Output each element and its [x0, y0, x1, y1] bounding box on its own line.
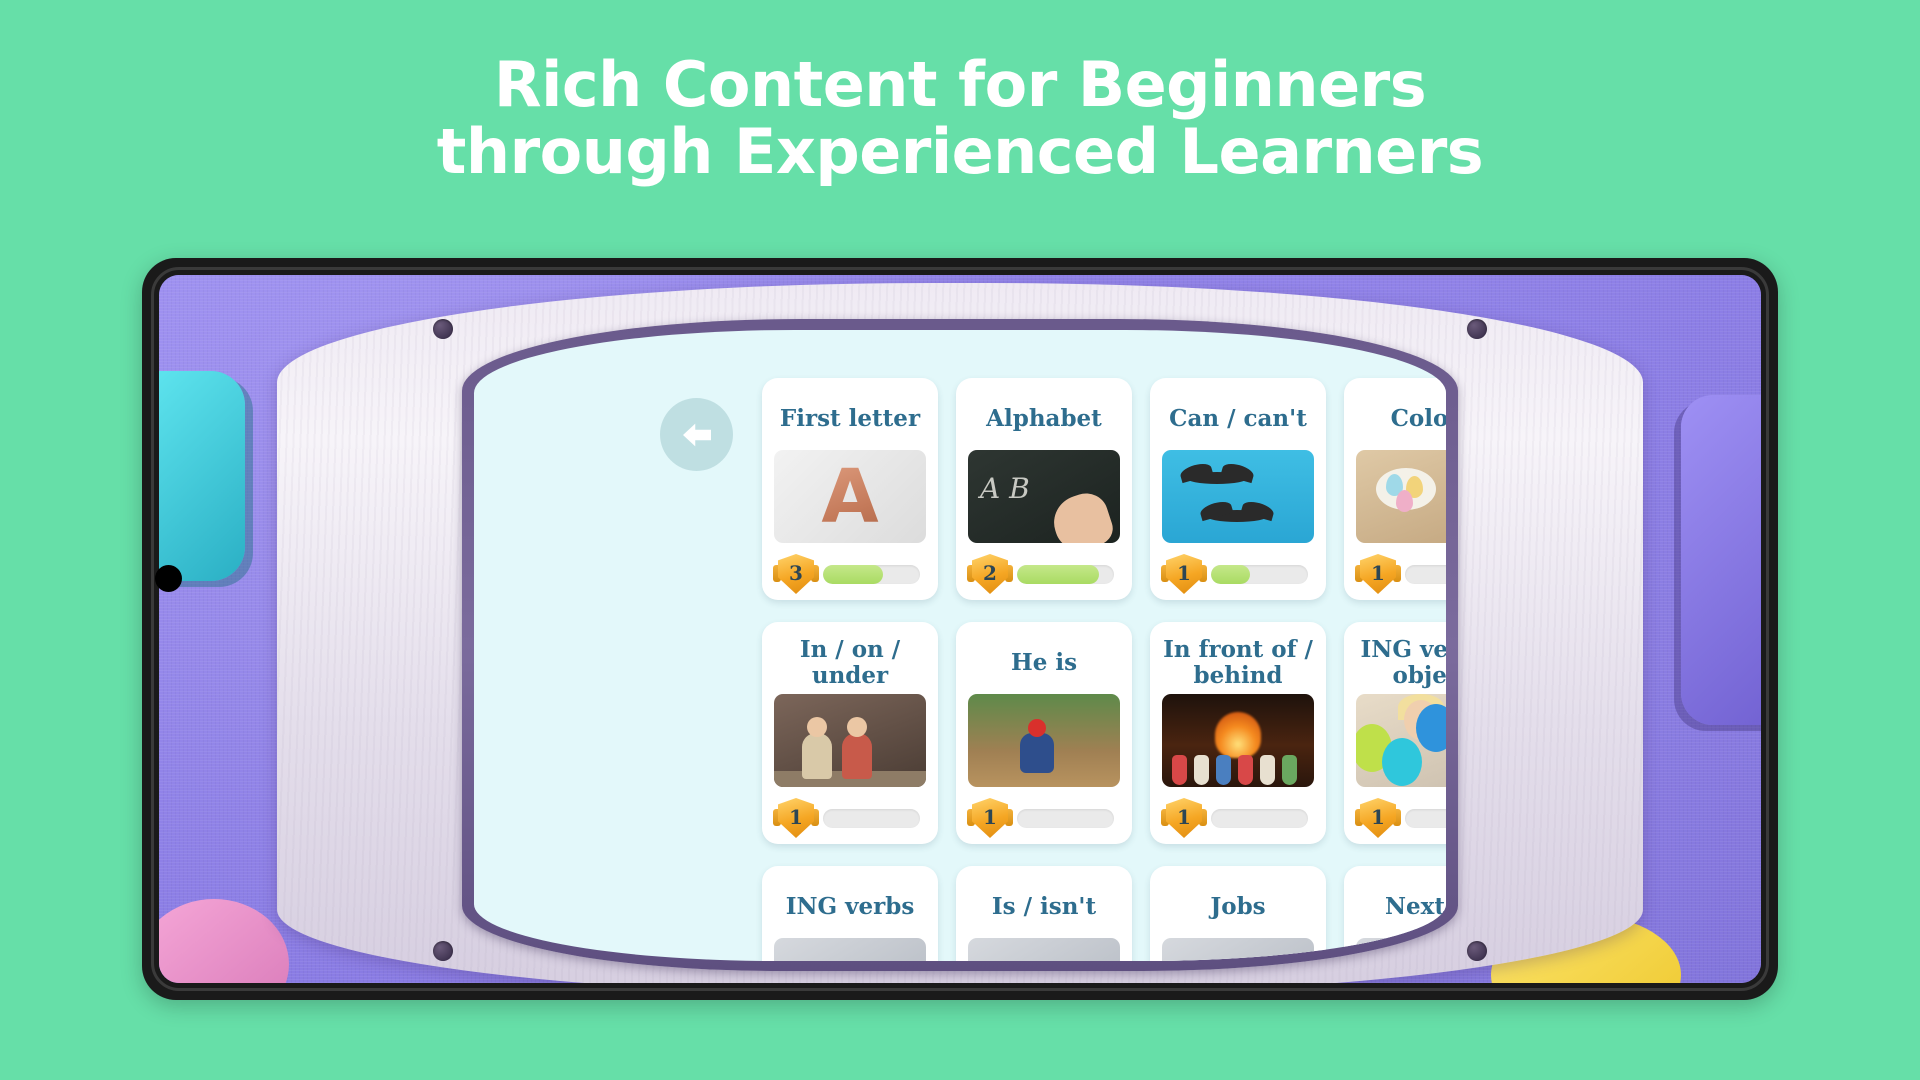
card-title: Jobs — [1210, 893, 1266, 921]
level-badge-number: 1 — [1371, 560, 1385, 585]
level-badge: 1 — [1355, 798, 1401, 838]
card-title: He is — [1010, 649, 1078, 677]
progress-bar — [1017, 808, 1114, 828]
card-title: Alphabet — [986, 405, 1102, 433]
card-progress-row: 2 — [967, 554, 1120, 594]
card-title: ING verb + object — [1360, 636, 1446, 689]
progress-bar — [823, 564, 920, 584]
card-progress-row: 1 — [1161, 798, 1314, 838]
page-title-line-2: through Experienced Learners — [436, 114, 1484, 188]
card-thumbnail — [1162, 694, 1314, 787]
card-thumbnail — [1162, 450, 1314, 543]
level-badge-number: 1 — [1371, 804, 1385, 829]
decor-right-shape — [1681, 395, 1761, 725]
page-title: Rich Content for Beginners through Exper… — [0, 48, 1920, 188]
lesson-board: First letter3Alphabet2Can / can't1Colors… — [474, 330, 1446, 961]
progress-bar — [1017, 564, 1114, 584]
level-badge: 1 — [1355, 554, 1401, 594]
card-progress-row: 1 — [773, 798, 926, 838]
level-badge-number: 1 — [789, 804, 803, 829]
level-badge-number: 1 — [1177, 560, 1191, 585]
tablet-device: First letter3Alphabet2Can / can't1Colors… — [142, 258, 1778, 1000]
card-thumbnail — [968, 694, 1120, 787]
card-title: Can / can't — [1169, 405, 1307, 433]
board-metal-frame: First letter3Alphabet2Can / can't1Colors… — [277, 283, 1643, 983]
level-badge: 1 — [1161, 554, 1207, 594]
lesson-card[interactable]: First letter 3 — [762, 378, 938, 600]
card-thumbnail — [1356, 938, 1446, 961]
card-progress-row: 3 — [773, 554, 926, 594]
card-progress-row: 1 — [967, 798, 1120, 838]
card-thumbnail — [1162, 938, 1314, 961]
card-thumbnail — [774, 938, 926, 961]
progress-bar — [1211, 808, 1308, 828]
card-progress-row: 1 — [1161, 554, 1314, 594]
level-badge: 1 — [967, 798, 1013, 838]
screw-icon — [433, 941, 453, 961]
level-badge: 3 — [773, 554, 819, 594]
screw-icon — [1467, 941, 1487, 961]
card-thumbnail — [1356, 694, 1446, 787]
progress-bar — [1405, 808, 1446, 828]
promo-screenshot: Rich Content for Beginners through Exper… — [0, 0, 1920, 1080]
level-badge-number: 2 — [983, 560, 997, 585]
lesson-card[interactable]: ING verbs — [762, 866, 938, 961]
card-progress-row: 1 — [1355, 798, 1446, 838]
lesson-card[interactable]: Jobs — [1150, 866, 1326, 961]
card-title: In / on / under — [799, 636, 901, 689]
card-title: Colors — [1390, 405, 1446, 433]
lesson-card[interactable]: In / on / under 1 — [762, 622, 938, 844]
progress-bar — [823, 808, 920, 828]
card-thumbnail — [968, 450, 1120, 543]
lesson-content: First letter3Alphabet2Can / can't1Colors… — [474, 330, 1446, 961]
level-badge-number: 3 — [789, 560, 803, 585]
level-badge-number: 1 — [1177, 804, 1191, 829]
level-badge: 2 — [967, 554, 1013, 594]
card-title: First letter — [779, 405, 921, 433]
lesson-card[interactable]: Colors 1 — [1344, 378, 1446, 600]
card-thumbnail — [1356, 450, 1446, 543]
card-progress-row: 1 — [1355, 554, 1446, 594]
lesson-card[interactable]: Is / isn't — [956, 866, 1132, 961]
lesson-card[interactable]: Next to — [1344, 866, 1446, 961]
board-purple-border: First letter3Alphabet2Can / can't1Colors… — [462, 319, 1458, 971]
lesson-card[interactable]: Can / can't 1 — [1150, 378, 1326, 600]
card-title: Next to — [1385, 893, 1446, 921]
level-badge: 1 — [773, 798, 819, 838]
back-arrow-icon — [682, 423, 711, 446]
level-badge-number: 1 — [983, 804, 997, 829]
progress-bar — [1405, 564, 1446, 584]
page-title-line-1: Rich Content for Beginners — [493, 48, 1427, 121]
decor-cyan-shape — [159, 371, 245, 581]
progress-bar — [1211, 564, 1308, 584]
screw-icon — [1467, 319, 1487, 339]
lesson-card[interactable]: ING verb + object 1 — [1344, 622, 1446, 844]
lesson-card[interactable]: In front of / behind 1 — [1150, 622, 1326, 844]
lesson-card[interactable]: Alphabet 2 — [956, 378, 1132, 600]
screw-icon — [433, 319, 453, 339]
lesson-card[interactable]: He is 1 — [956, 622, 1132, 844]
level-badge: 1 — [1161, 798, 1207, 838]
card-title: ING verbs — [785, 893, 915, 921]
card-title: In front of / behind — [1163, 636, 1313, 689]
card-thumbnail — [968, 938, 1120, 961]
camera-icon — [155, 565, 182, 592]
tablet-screen: First letter3Alphabet2Can / can't1Colors… — [159, 275, 1761, 983]
card-title: Is / isn't — [991, 893, 1097, 921]
lesson-card-grid: First letter3Alphabet2Can / can't1Colors… — [762, 378, 1446, 961]
card-thumbnail — [774, 694, 926, 787]
card-thumbnail — [774, 450, 926, 543]
back-button[interactable] — [660, 398, 733, 471]
